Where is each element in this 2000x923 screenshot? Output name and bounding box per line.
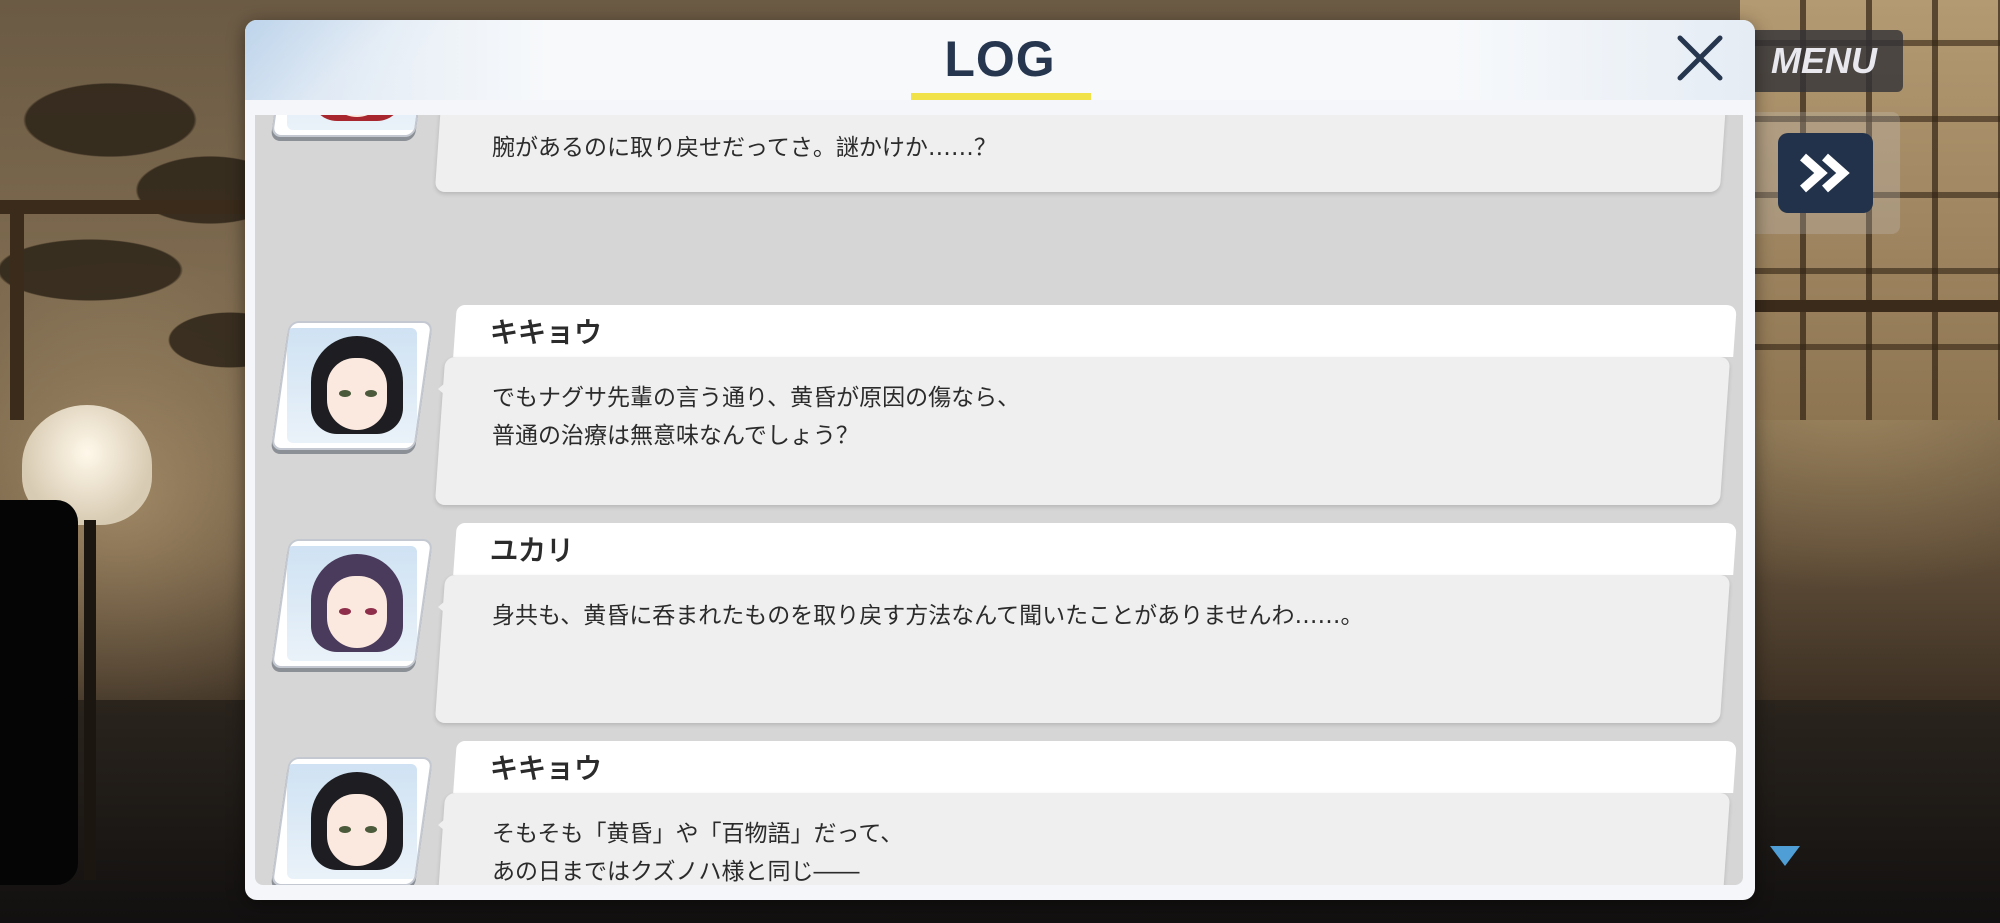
log-dialog: LOG 腕があるのに取り戻せだってさ。謎かけか……？ キキョウ でもナグサ先輩の…	[245, 20, 1755, 900]
menu-button[interactable]: MENU	[1745, 30, 1903, 92]
bubble-pointer	[438, 377, 452, 401]
bubble-pointer	[438, 813, 452, 837]
scroll-down-indicator-icon[interactable]	[1770, 846, 1800, 866]
avatar	[270, 115, 434, 137]
log-entry: キキョウ でもナグサ先輩の言う通り、黄昏が原因の傷なら、 普通の治療は無意味なん…	[255, 305, 1743, 510]
dialog-title: LOG	[944, 31, 1056, 87]
message-line: そもそも「黄昏」や「百物語」だって、	[492, 821, 904, 847]
title-underline	[911, 93, 1091, 100]
avatar	[270, 321, 434, 450]
fast-forward-icon	[1799, 153, 1850, 193]
speaker-name: キキョウ	[490, 752, 603, 785]
wood-beam	[0, 200, 260, 214]
message-line: 普通の治療は無意味なんでしょう？	[492, 423, 859, 449]
wood-beam	[1755, 300, 2000, 312]
avatar	[270, 539, 434, 668]
dialog-header: LOG	[245, 20, 1755, 100]
message-line: 腕があるのに取り戻せだってさ。謎かけか……？	[492, 135, 997, 161]
log-entry: キキョウ そもそも「黄昏」や「百物語」だって、 あの日まではクズノハ様と同じ――	[255, 741, 1743, 885]
message-line: 身共も、黄昏に呑まれたものを取り戻す方法なんて聞いたことがありませんわ……。	[492, 603, 1364, 629]
wood-post	[10, 200, 24, 420]
close-icon	[1677, 35, 1723, 81]
speaker-tab	[453, 305, 1737, 357]
log-entry: 腕があるのに取り戻せだってさ。謎かけか……？	[255, 115, 1743, 197]
speaker-tab	[453, 523, 1737, 575]
bubble-pointer	[438, 595, 452, 619]
fast-forward-button[interactable]	[1778, 133, 1873, 213]
lamp-pole	[84, 520, 96, 880]
speaker-name: キキョウ	[490, 316, 603, 349]
speaker-name: ユカリ	[490, 534, 575, 567]
close-button[interactable]	[1672, 30, 1728, 86]
message-line: でもナグサ先輩の言う通り、黄昏が原因の傷なら、	[492, 385, 1021, 411]
avatar	[270, 757, 434, 885]
log-entry: ユカリ 身共も、黄昏に呑まれたものを取り戻す方法なんて聞いたことがありませんわ……	[255, 523, 1743, 728]
speaker-tab	[453, 741, 1737, 793]
side-panel	[0, 500, 78, 885]
message-line: あの日まではクズノハ様と同じ――	[492, 859, 860, 885]
log-list[interactable]: 腕があるのに取り戻せだってさ。謎かけか……？ キキョウ でもナグサ先輩の言う通り…	[255, 115, 1743, 885]
